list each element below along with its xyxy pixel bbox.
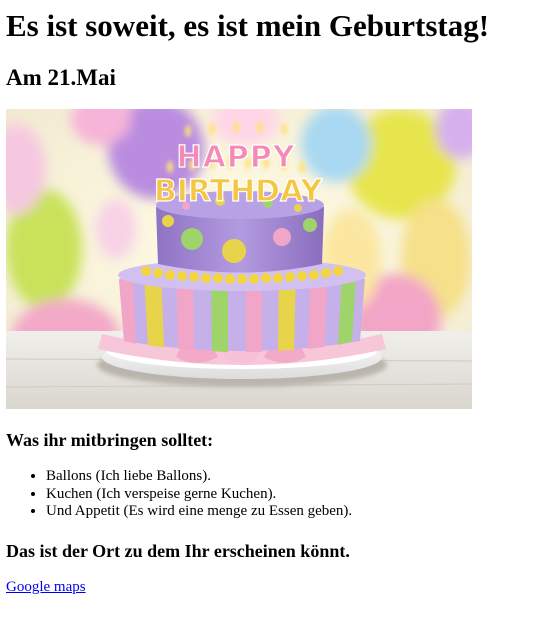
list-item: Und Appetit (Es wird eine menge zu Essen…: [46, 503, 352, 521]
bring-heading: Was ihr mitbringen solltet:: [6, 430, 214, 450]
place-heading: Das ist der Ort zu dem Ihr erscheinen kö…: [6, 541, 350, 561]
bring-list: Ballons (Ich liebe Ballons). Kuchen (Ich…: [6, 468, 352, 521]
date-heading: Am 21.Mai: [6, 65, 116, 90]
page-title: Es ist soweit, es ist mein Geburtstag!: [6, 8, 490, 43]
google-maps-link[interactable]: Google maps: [6, 578, 86, 596]
topper-happy: HAPPY: [176, 140, 295, 175]
topper-birthday: BIRTHDAY: [154, 174, 324, 209]
birthday-cake-image: HAPPY BIRTHDAY: [6, 109, 472, 409]
list-item: Kuchen (Ich verspeise gerne Kuchen).: [46, 486, 352, 504]
page: Es ist soweit, es ist mein Geburtstag! A…: [0, 0, 535, 624]
list-item: Ballons (Ich liebe Ballons).: [46, 468, 352, 486]
